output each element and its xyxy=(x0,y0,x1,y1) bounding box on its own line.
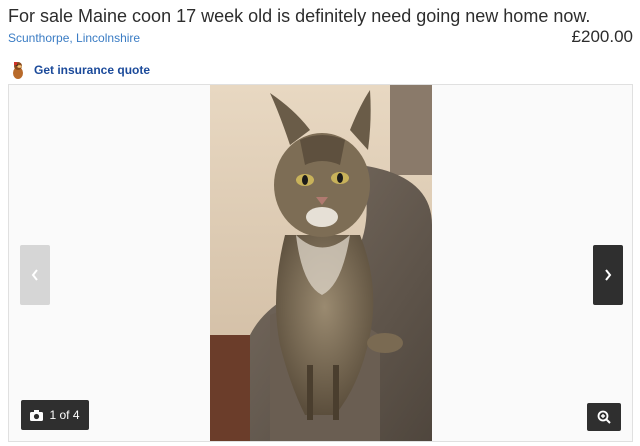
image-counter: 1 of 4 xyxy=(21,400,89,430)
meerkat-icon xyxy=(13,62,23,79)
chevron-right-icon xyxy=(605,269,612,281)
insurance-quote-link[interactable]: Get insurance quote xyxy=(10,61,150,79)
listing-price: £200.00 xyxy=(571,27,633,46)
listing-photo[interactable] xyxy=(210,85,432,441)
chevron-left-icon xyxy=(31,269,38,281)
zoom-in-icon xyxy=(597,410,611,424)
image-counter-text: 1 of 4 xyxy=(49,408,80,422)
insurance-quote-label: Get insurance quote xyxy=(34,63,151,77)
cat-photo-image xyxy=(210,85,432,441)
zoom-button[interactable] xyxy=(587,403,621,431)
previous-image-button[interactable] xyxy=(20,245,50,305)
listing-title: For sale Maine coon 17 week old is defin… xyxy=(8,6,591,26)
image-gallery: 1 of 4 xyxy=(8,84,633,442)
next-image-button[interactable] xyxy=(593,245,623,305)
listing-location-link[interactable]: Scunthorpe, Lincolnshire xyxy=(8,31,140,45)
camera-icon xyxy=(30,409,44,421)
